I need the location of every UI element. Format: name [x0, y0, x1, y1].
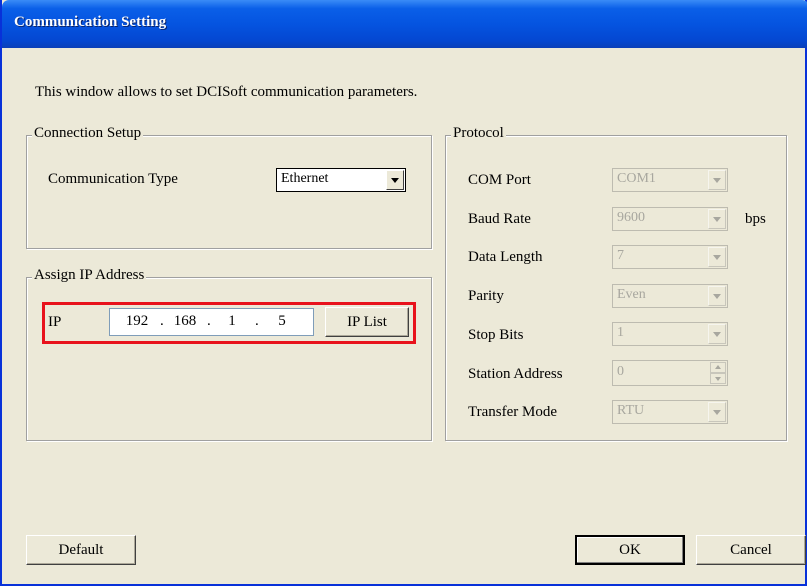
- ip-octet-3[interactable]: 1: [218, 313, 246, 330]
- ip-octet-1[interactable]: 192: [120, 313, 154, 330]
- station-address-spinner[interactable]: 0: [612, 360, 728, 386]
- ip-dot: .: [255, 313, 259, 329]
- data-length-value: 7: [617, 248, 624, 263]
- data-length-select[interactable]: 7: [612, 245, 728, 269]
- window-title: Communication Setting: [14, 14, 167, 30]
- chevron-down-icon[interactable]: [386, 170, 404, 190]
- com-port-label: COM Port: [468, 172, 531, 188]
- parity-label: Parity: [468, 288, 504, 304]
- stop-bits-label: Stop Bits: [468, 327, 524, 343]
- ip-address-input[interactable]: 192 . 168 . 1 . 5: [109, 308, 314, 336]
- transfer-mode-value: RTU: [617, 403, 645, 418]
- parity-value: Even: [617, 287, 646, 302]
- cancel-button[interactable]: Cancel: [696, 535, 806, 565]
- title-bar[interactable]: Communication Setting: [2, 0, 807, 48]
- protocol-legend: Protocol: [451, 125, 506, 142]
- connection-setup-legend: Connection Setup: [32, 125, 144, 142]
- baud-rate-select[interactable]: 9600: [612, 207, 728, 231]
- stop-bits-value: 1: [617, 325, 624, 340]
- connection-setup-group: Connection Setup: [26, 125, 432, 249]
- data-length-label: Data Length: [468, 249, 543, 265]
- chevron-down-icon: [708, 209, 726, 229]
- com-port-select[interactable]: COM1: [612, 168, 728, 192]
- baud-rate-value: 9600: [617, 210, 645, 225]
- communication-setting-dialog: Communication Setting This window allows…: [0, 0, 807, 586]
- ip-label: IP: [48, 314, 62, 330]
- ip-dot: .: [160, 313, 164, 329]
- communication-type-select[interactable]: Ethernet: [276, 168, 406, 192]
- assign-ip-legend: Assign IP Address: [32, 267, 147, 284]
- chevron-down-icon: [708, 402, 726, 422]
- communication-type-label: Communication Type: [48, 171, 178, 187]
- communication-type-value: Ethernet: [281, 171, 329, 186]
- description-text: This window allows to set DCISoft commun…: [35, 84, 418, 100]
- spin-down-icon: [710, 373, 726, 384]
- com-port-value: COM1: [617, 171, 656, 186]
- chevron-down-icon: [708, 170, 726, 190]
- chevron-down-icon: [708, 247, 726, 267]
- default-button[interactable]: Default: [26, 535, 136, 565]
- ip-list-button[interactable]: IP List: [325, 307, 409, 337]
- stop-bits-select[interactable]: 1: [612, 322, 728, 346]
- transfer-mode-select[interactable]: RTU: [612, 400, 728, 424]
- station-address-label: Station Address: [468, 366, 563, 382]
- spin-up-icon: [710, 362, 726, 373]
- baud-rate-label: Baud Rate: [468, 211, 531, 227]
- station-address-value: 0: [617, 364, 624, 379]
- chevron-down-icon: [708, 286, 726, 306]
- ip-octet-2[interactable]: 168: [168, 313, 202, 330]
- ok-button[interactable]: OK: [575, 535, 685, 565]
- ip-dot: .: [207, 313, 211, 329]
- parity-select[interactable]: Even: [612, 284, 728, 308]
- chevron-down-icon: [708, 324, 726, 344]
- ip-octet-4[interactable]: 5: [268, 313, 296, 330]
- baud-rate-unit: bps: [745, 211, 766, 227]
- transfer-mode-label: Transfer Mode: [468, 404, 558, 420]
